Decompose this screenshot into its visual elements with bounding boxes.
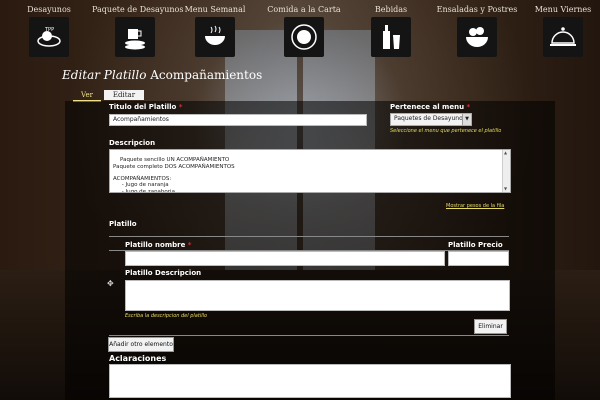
titulo-label: Titulo del Platillo * (109, 103, 182, 111)
descripcion-text: Paquete sencillo UN ACOMPAÑAMIENTO Paque… (113, 157, 235, 193)
edit-form-panel: Titulo del Platillo * Acompañamientos Pe… (65, 101, 555, 400)
tab-editar[interactable]: Editar (104, 90, 144, 100)
add-element-button[interactable]: Añadir otro elemento (108, 337, 174, 352)
svg-text:TPP: TPP (44, 27, 54, 33)
nav-label: Ensaladas y Postres (436, 5, 518, 14)
chevron-down-icon: ▼ (462, 114, 471, 125)
nav-label: Bebidas (374, 5, 408, 14)
aclaraciones-textarea[interactable] (109, 364, 511, 398)
show-weights-link[interactable]: Mostrar pesos de la fila (446, 203, 504, 209)
menu-label-text: Pertenece al menu (390, 103, 465, 111)
required-mark: * (178, 103, 183, 111)
menu-label: Pertenece al menu * (390, 103, 470, 111)
descripcion-label: Descripcion (109, 139, 156, 147)
cloche-icon (543, 17, 583, 57)
nombre-input[interactable] (125, 251, 445, 266)
nav-item-ensaladas-postres[interactable]: Ensaladas y Postres (434, 0, 520, 57)
bottle-glass-icon (371, 17, 411, 57)
nav-item-bebidas[interactable]: Bebidas (348, 0, 434, 57)
precio-input[interactable] (448, 251, 509, 266)
required-mark: * (466, 103, 471, 111)
aclaraciones-label: Aclaraciones (109, 354, 167, 363)
nav-item-menu-semanal[interactable]: Menu Semanal (172, 0, 258, 57)
page-title-prefix: Editar Platillo (62, 68, 147, 82)
soup-bowl-icon (195, 17, 235, 57)
nav-item-paquete-desayunos[interactable]: Paquete de Desayunos (92, 0, 184, 57)
nav-label: Menu Semanal (184, 5, 246, 14)
desc-hint: Escriba la descripcion del platillo (125, 313, 208, 319)
eliminar-button[interactable]: Eliminar (474, 319, 507, 334)
divider (109, 335, 509, 336)
nav-label: Desayunos (27, 5, 71, 14)
top-nav: Desayunos TPP Paquete de Desayunos Menu … (0, 0, 600, 66)
mug-pancakes-icon (115, 17, 155, 57)
page-title: Editar Platillo Acompañamientos (62, 68, 262, 82)
menu-select-value: Paquetes de Desayunos (394, 115, 466, 122)
page-title-name: Acompañamientos (150, 68, 263, 82)
divider (109, 236, 509, 237)
scrollbar[interactable] (502, 150, 510, 192)
menu-hint: Seleccione el menu que pertenece el plat… (390, 128, 502, 134)
nav-item-menu-viernes[interactable]: Menu Viernes (520, 0, 600, 57)
nav-label: Menu Viernes (534, 5, 592, 14)
nombre-label-text: Platillo nombre (125, 241, 186, 249)
nav-item-comida-carta[interactable]: Comida a la Carta (261, 0, 347, 57)
nav-label: Comida a la Carta (267, 5, 341, 14)
titulo-label-text: Titulo del Platillo (109, 103, 177, 111)
required-mark: * (187, 241, 192, 249)
menu-select[interactable]: Paquetes de Desayunos ▼ (390, 113, 472, 126)
salad-bowl-icon (457, 17, 497, 57)
cup-plate-icon: TPP (29, 17, 69, 57)
desc-field-label: Platillo Descripcion (125, 269, 202, 277)
precio-label: Platillo Precio (448, 241, 503, 249)
drag-handle-icon[interactable]: ✥ (107, 279, 114, 288)
titulo-input[interactable]: Acompañamientos (109, 114, 367, 126)
nombre-label: Platillo nombre * (125, 241, 191, 249)
platillo-section-label: Platillo (109, 220, 137, 228)
nav-label: Paquete de Desayunos (92, 5, 184, 14)
descripcion-textarea[interactable]: Paquete sencillo UN ACOMPAÑAMIENTO Paque… (109, 149, 511, 193)
platillo-descripcion-input[interactable] (125, 280, 510, 311)
plate-icon (284, 17, 324, 57)
nav-item-desayunos[interactable]: Desayunos TPP (6, 0, 92, 57)
